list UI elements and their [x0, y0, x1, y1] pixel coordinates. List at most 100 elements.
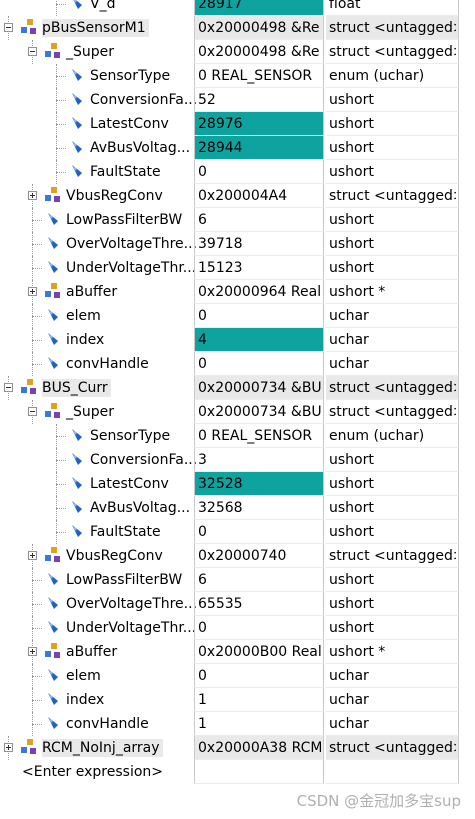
- value-cell[interactable]: 32528: [194, 472, 324, 496]
- expression-cell[interactable]: VbusRegConv: [0, 544, 193, 568]
- expression-cell[interactable]: LowPassFilterBW: [0, 568, 193, 592]
- expression-cell[interactable]: V_d: [0, 0, 193, 16]
- watch-row[interactable]: BUS_Curr 0x20000734 &BU... struct <untagge…: [0, 376, 475, 400]
- watch-row[interactable]: elem 0 uchar: [0, 304, 475, 328]
- watch-row[interactable]: LatestConv 32528 ushort: [0, 472, 475, 496]
- expression-cell[interactable]: UnderVoltageThr...: [0, 256, 196, 280]
- watch-row[interactable]: V_d 28917 float: [0, 0, 475, 16]
- watch-row[interactable]: elem 0 uchar: [0, 664, 475, 688]
- value-cell[interactable]: 0x20000734 &BU...: [194, 376, 324, 400]
- watch-row[interactable]: _Super 0x20000734 &BU... struct <untagged>: [0, 400, 475, 424]
- value-cell[interactable]: 0: [194, 352, 324, 376]
- value-cell[interactable]: 0x20000498 &Re...: [194, 40, 324, 64]
- value-cell[interactable]: 0x20000A38 RCM...: [194, 736, 324, 760]
- value-cell[interactable]: 0: [194, 160, 324, 184]
- value-cell[interactable]: 1: [194, 712, 324, 736]
- value-cell[interactable]: 0: [194, 304, 324, 328]
- watch-row[interactable]: RCM_NoInj_array 0x20000A38 RCM... struct <…: [0, 736, 475, 760]
- watch-row[interactable]: LowPassFilterBW 6 ushort: [0, 568, 475, 592]
- watch-row[interactable]: OverVoltageThre... 65535 ushort: [0, 592, 475, 616]
- watch-row[interactable]: index 1 uchar: [0, 688, 475, 712]
- watch-row[interactable]: convHandle 1 uchar: [0, 712, 475, 736]
- expression-cell[interactable]: elem: [0, 664, 193, 688]
- watch-row[interactable]: UnderVoltageThr... 15123 ushort: [0, 256, 475, 280]
- expression-cell[interactable]: index: [0, 328, 193, 352]
- expression-cell[interactable]: AvBusVoltag...: [0, 136, 193, 160]
- value-cell[interactable]: 6: [194, 208, 324, 232]
- value-cell[interactable]: 0 REAL_SENSOR: [194, 64, 324, 88]
- watch-row[interactable]: aBuffer 0x20000964 Real... ushort *: [0, 280, 475, 304]
- expression-cell[interactable]: FaultState: [0, 520, 193, 544]
- expand-plus-icon[interactable]: [28, 287, 37, 296]
- watch-row[interactable]: index 4 uchar: [0, 328, 475, 352]
- value-cell[interactable]: 0x20000B00 Real...: [194, 640, 324, 664]
- expand-plus-icon[interactable]: [28, 551, 37, 560]
- expression-cell[interactable]: RCM_NoInj_array: [0, 736, 193, 760]
- expression-cell[interactable]: index: [0, 688, 193, 712]
- watch-row[interactable]: AvBusVoltag... 28944 ushort: [0, 136, 475, 160]
- value-cell[interactable]: 39718: [194, 232, 324, 256]
- expression-cell[interactable]: _Super: [0, 400, 193, 424]
- expression-cell[interactable]: VbusRegConv: [0, 184, 193, 208]
- collapse-minus-icon[interactable]: [28, 407, 37, 416]
- value-cell[interactable]: 4: [194, 328, 324, 352]
- value-cell[interactable]: 32568: [194, 496, 324, 520]
- value-cell[interactable]: 28976: [194, 112, 324, 136]
- value-cell[interactable]: 3: [194, 448, 324, 472]
- watch-row[interactable]: LowPassFilterBW 6 ushort: [0, 208, 475, 232]
- value-cell[interactable]: 65535: [194, 592, 324, 616]
- value-cell[interactable]: [194, 760, 324, 784]
- value-cell[interactable]: 0: [194, 616, 324, 640]
- expression-cell[interactable]: convHandle: [0, 712, 193, 736]
- value-cell[interactable]: 28917: [194, 0, 324, 16]
- expression-cell[interactable]: ConversionFa...: [0, 448, 197, 472]
- expression-cell[interactable]: LatestConv: [0, 112, 193, 136]
- watch-row[interactable]: OverVoltageThre... 39718 ushort: [0, 232, 475, 256]
- expression-cell[interactable]: BUS_Curr: [0, 376, 193, 400]
- watch-row[interactable]: AvBusVoltag... 32568 ushort: [0, 496, 475, 520]
- collapse-minus-icon[interactable]: [28, 47, 37, 56]
- watch-row[interactable]: _Super 0x20000498 &Re... struct <untagged>: [0, 40, 475, 64]
- expression-cell[interactable]: convHandle: [0, 352, 193, 376]
- watch-row[interactable]: pBusSensorM1 0x20000498 &Re... struct <unt…: [0, 16, 475, 40]
- expression-cell[interactable]: aBuffer: [0, 640, 193, 664]
- expand-plus-icon[interactable]: [4, 743, 13, 752]
- expression-cell[interactable]: UnderVoltageThr...: [0, 616, 196, 640]
- watch-row[interactable]: ConversionFa... 52 ushort: [0, 88, 475, 112]
- expression-cell[interactable]: AvBusVoltag...: [0, 496, 193, 520]
- watch-row[interactable]: FaultState 0 ushort: [0, 520, 475, 544]
- watch-row[interactable]: LatestConv 28976 ushort: [0, 112, 475, 136]
- value-cell[interactable]: 0 REAL_SENSOR: [194, 424, 324, 448]
- expression-cell[interactable]: FaultState: [0, 160, 193, 184]
- expression-cell[interactable]: LowPassFilterBW: [0, 208, 193, 232]
- value-cell[interactable]: 0x20000964 Real...: [194, 280, 324, 304]
- value-cell[interactable]: 0x20000498 &Re...: [194, 16, 324, 40]
- watch-row[interactable]: <Enter expression>: [0, 760, 475, 784]
- expression-cell[interactable]: OverVoltageThre...: [0, 592, 197, 616]
- value-cell[interactable]: 28944: [194, 136, 324, 160]
- watch-row[interactable]: VbusRegConv 0x200004A4 struct <untagged>: [0, 184, 475, 208]
- collapse-minus-icon[interactable]: [4, 383, 13, 392]
- watch-row[interactable]: ConversionFa... 3 ushort: [0, 448, 475, 472]
- watch-row[interactable]: UnderVoltageThr... 0 ushort: [0, 616, 475, 640]
- expression-cell[interactable]: SensorType: [0, 424, 193, 448]
- expression-cell[interactable]: elem: [0, 304, 193, 328]
- expression-cell[interactable]: ConversionFa...: [0, 88, 197, 112]
- watch-row[interactable]: aBuffer 0x20000B00 Real... ushort *: [0, 640, 475, 664]
- collapse-minus-icon[interactable]: [4, 23, 13, 32]
- watch-row[interactable]: VbusRegConv 0x20000740 struct <untagged>: [0, 544, 475, 568]
- value-cell[interactable]: 52: [194, 88, 324, 112]
- expression-cell[interactable]: OverVoltageThre...: [0, 232, 197, 256]
- expression-cell[interactable]: pBusSensorM1: [0, 16, 193, 40]
- value-cell[interactable]: 0: [194, 520, 324, 544]
- value-cell[interactable]: 15123: [194, 256, 324, 280]
- expression-cell[interactable]: SensorType: [0, 64, 193, 88]
- expand-plus-icon[interactable]: [28, 647, 37, 656]
- value-cell[interactable]: 0x20000740: [194, 544, 324, 568]
- watch-row[interactable]: SensorType 0 REAL_SENSOR enum (uchar): [0, 424, 475, 448]
- expand-plus-icon[interactable]: [28, 191, 37, 200]
- expression-cell[interactable]: <Enter expression>: [0, 760, 193, 784]
- value-cell[interactable]: 0x20000734 &BU...: [194, 400, 324, 424]
- value-cell[interactable]: 0: [194, 664, 324, 688]
- watch-row[interactable]: convHandle 0 uchar: [0, 352, 475, 376]
